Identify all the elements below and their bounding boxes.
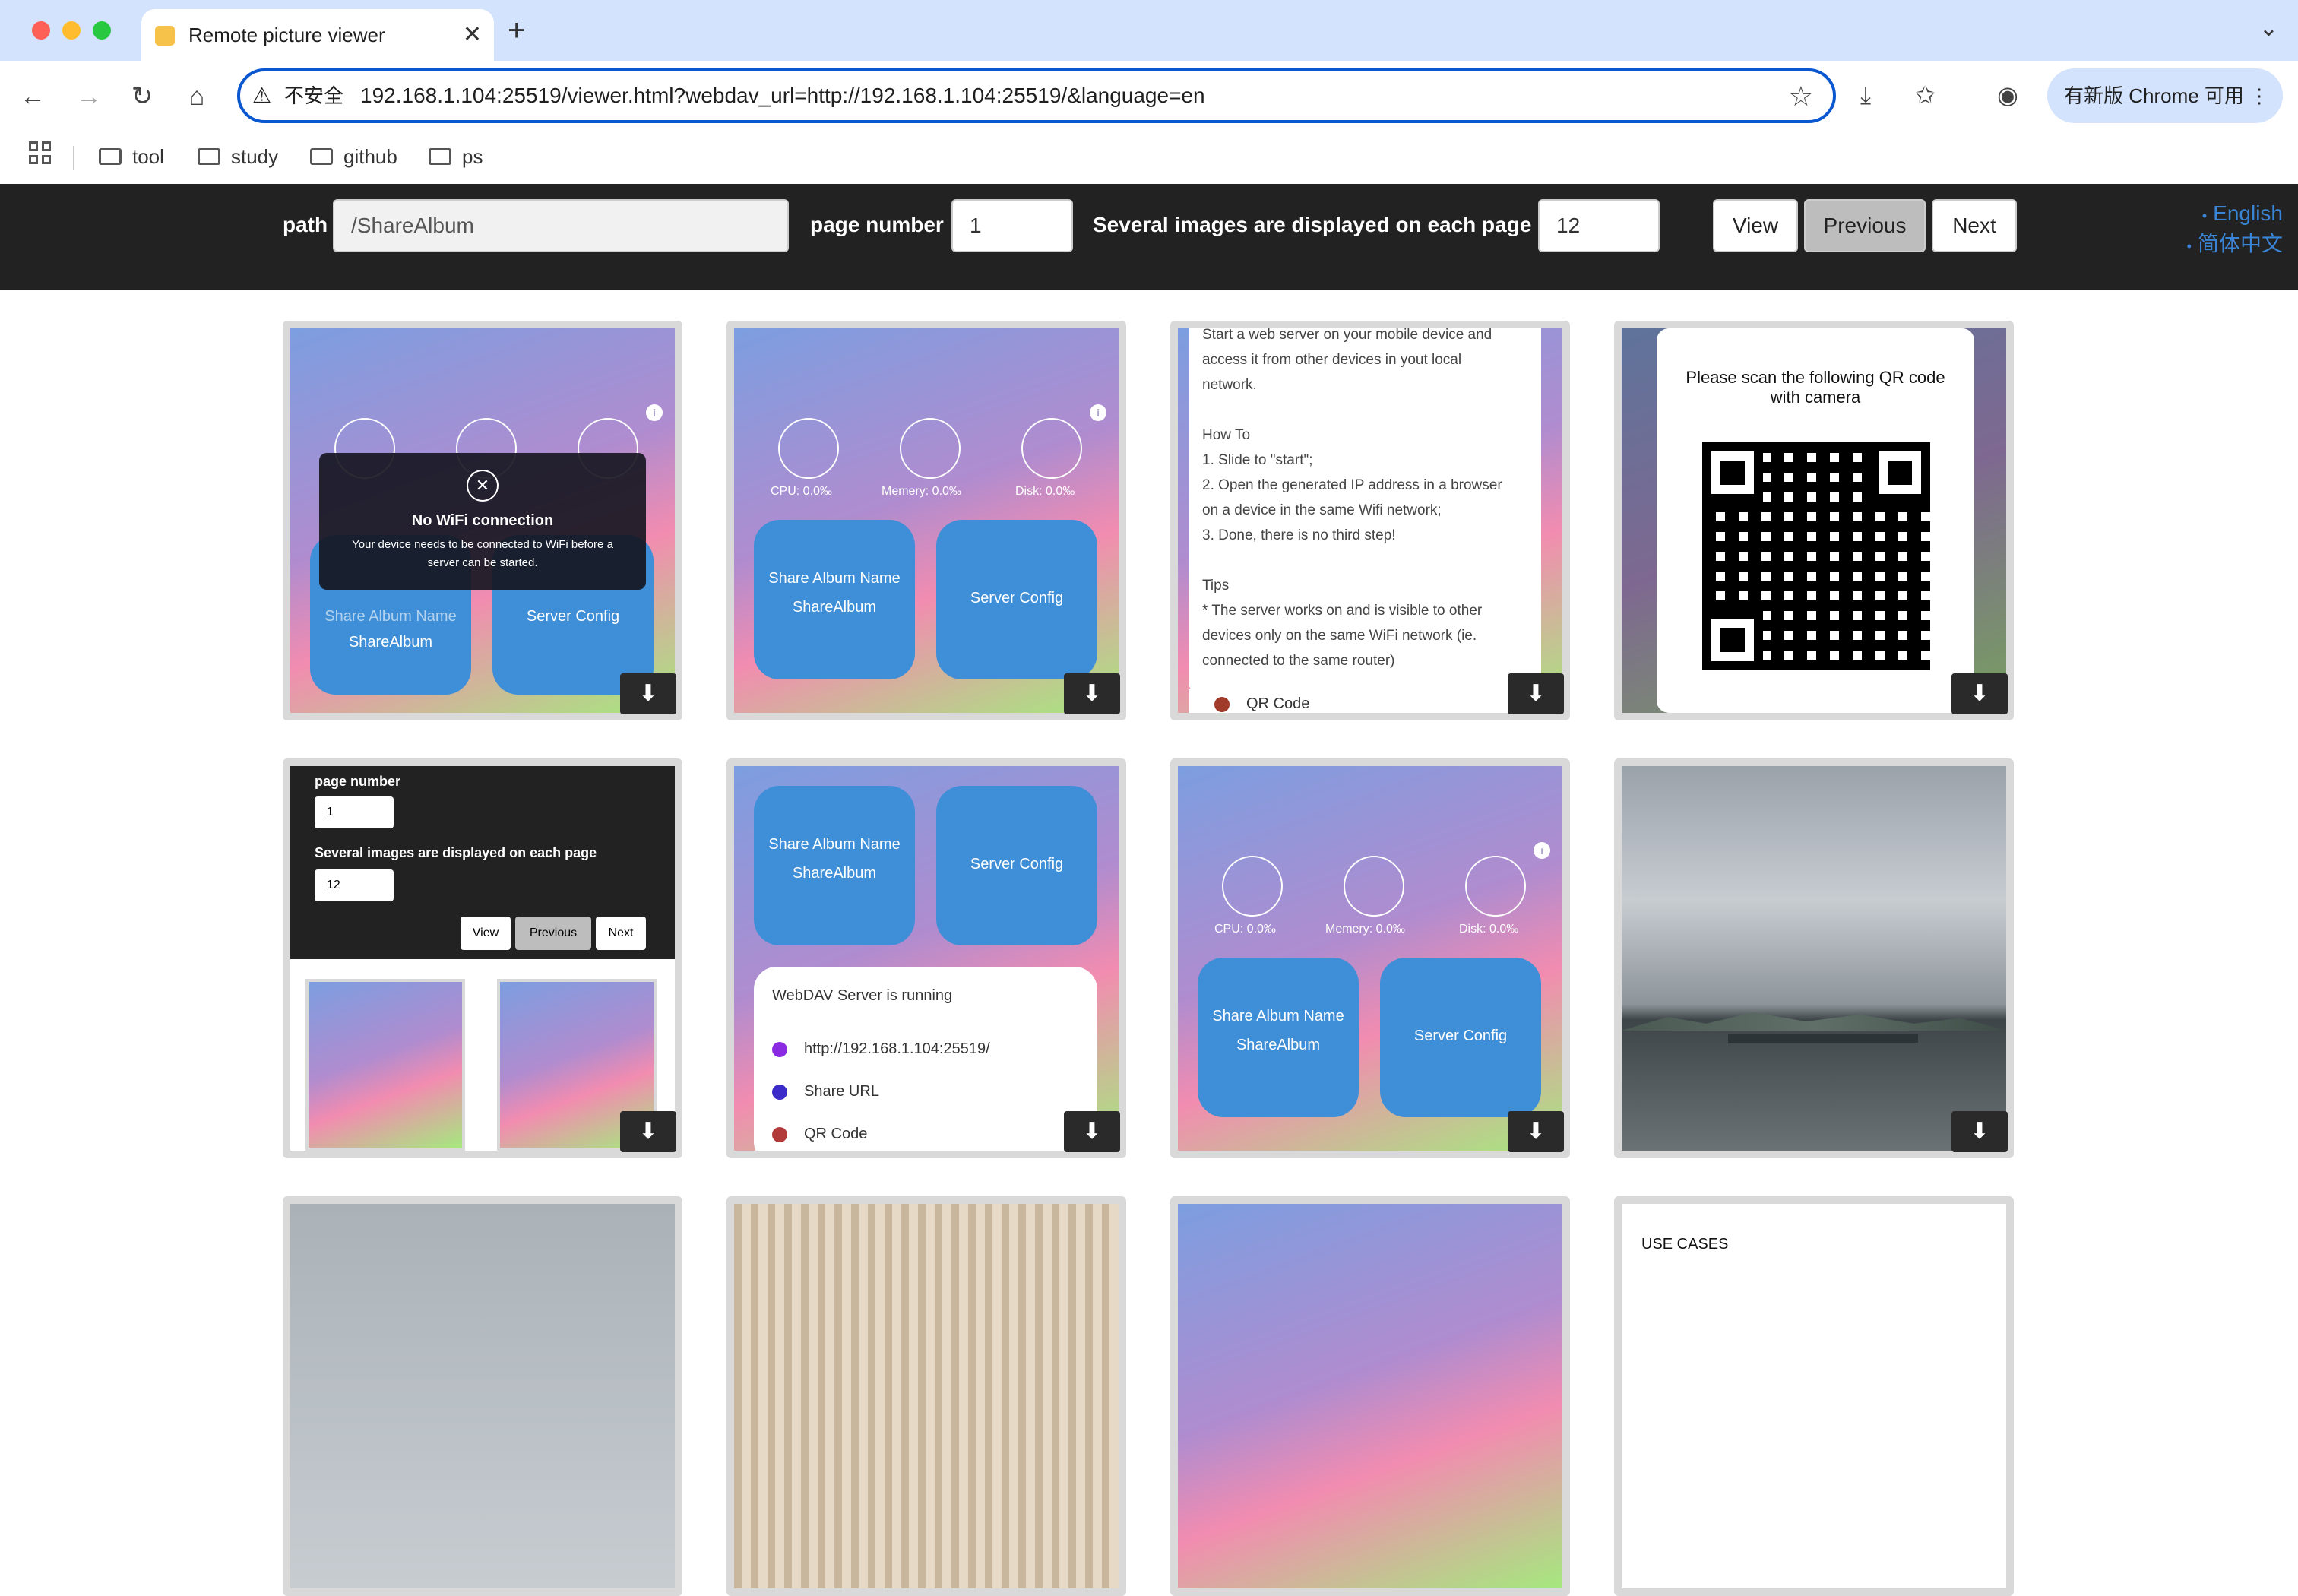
language-chinese-link[interactable]: 简体中文: [2187, 230, 2283, 261]
tab-strip: Remote picture viewer ✕ + ⌄: [0, 0, 2298, 61]
reload-icon[interactable]: ↻: [123, 78, 161, 116]
page-number-label: page number: [810, 213, 944, 236]
tab-search-chevron-icon[interactable]: ⌄: [2259, 15, 2278, 42]
thumbnail-image[interactable]: Share Album Name ShareAlbum Server Confi…: [734, 766, 1119, 1151]
maximize-window-button[interactable]: [93, 21, 111, 40]
folder-icon: [429, 148, 451, 165]
bookmark-ps[interactable]: ps: [429, 141, 483, 172]
thumbnail-card[interactable]: [726, 1196, 1126, 1596]
thumbnail-card[interactable]: CPU: 0.0‰ Memery: 0.0‰ Disk: 0.0‰ i Shar…: [726, 321, 1126, 720]
path-label: path: [283, 213, 328, 236]
page-number-input[interactable]: 1: [951, 199, 1073, 252]
next-button[interactable]: Next: [1932, 199, 2017, 252]
bookmarks-bar: tool study github ps: [0, 132, 2298, 184]
insecure-label: 不安全: [284, 84, 344, 107]
minimize-window-button[interactable]: [62, 21, 81, 40]
bookmark-tool[interactable]: tool: [99, 141, 164, 172]
thumbnail-card[interactable]: USE CASES: [1614, 1196, 2014, 1596]
thumbnail-image[interactable]: CPU: 0.0‰ Memery: 0.0‰ Disk: 0.0‰ i Shar…: [1178, 766, 1562, 1151]
profile-icon[interactable]: ◉: [1997, 76, 2018, 114]
thumbnail-card[interactable]: CPU: 0.0‰ Memery: 0.0‰ Disk: 0.0‰ i Shar…: [1170, 758, 1570, 1158]
language-english-link[interactable]: English: [2202, 199, 2283, 230]
no-wifi-dialog: ✕ No WiFi connection Your device needs t…: [319, 453, 646, 590]
folder-icon: [198, 148, 220, 165]
menu-kebab-icon[interactable]: ⋮: [2249, 68, 2269, 123]
info-icon: i: [646, 404, 663, 421]
thumbnail-image[interactable]: page number 1 Several images are display…: [290, 766, 675, 1151]
download-button[interactable]: ⬇: [1064, 1111, 1120, 1152]
thumbnail-card[interactable]: [283, 1196, 682, 1596]
thumbnail-card[interactable]: [1170, 1196, 1570, 1596]
thumbnail-image[interactable]: CPU: 0.0‰ Memery: 0.0‰ Disk: 0.0‰ i Shar…: [734, 328, 1119, 713]
address-bar[interactable]: ⚠ 不安全 192.168.1.104:25519/viewer.html?we…: [237, 68, 1836, 123]
info-icon: i: [1090, 404, 1106, 421]
update-label: 有新版 Chrome 可用: [2064, 84, 2244, 107]
url-text[interactable]: 192.168.1.104:25519/viewer.html?webdav_u…: [360, 82, 1205, 109]
folder-icon: [310, 148, 333, 165]
bookmarks-star-icon[interactable]: ✩: [1915, 76, 1936, 114]
navigation-row: ← → ↻ ⌂ ⚠ 不安全 192.168.1.104:25519/viewer…: [0, 61, 2298, 132]
download-button[interactable]: ⬇: [620, 673, 676, 714]
update-chrome-button[interactable]: 有新版 Chrome 可用 ⋮: [2047, 68, 2283, 123]
tab-title: Remote picture viewer: [188, 24, 385, 46]
home-icon[interactable]: ⌂: [178, 78, 216, 116]
browser-chrome: Remote picture viewer ✕ + ⌄ ← → ↻ ⌂ ⚠ 不安…: [0, 0, 2298, 184]
thumbnail-card[interactable]: ⬇: [1614, 758, 2014, 1158]
folder-icon: [99, 148, 122, 165]
download-button[interactable]: ⬇: [1508, 673, 1564, 714]
back-arrow-icon[interactable]: ←: [14, 78, 52, 116]
info-icon: i: [1534, 842, 1550, 859]
thumbnail-image[interactable]: Start a web server on your mobile device…: [1178, 328, 1562, 713]
tab-close-icon[interactable]: ✕: [463, 20, 482, 50]
per-page-label: Several images are displayed on each pag…: [1093, 213, 1532, 236]
thumbnail-card[interactable]: Please scan the following QR code with c…: [1614, 321, 2014, 720]
thumbnail-image[interactable]: [734, 1204, 1119, 1588]
thumbnail-image[interactable]: i Share Album Name ShareAlbum Server Con…: [290, 328, 675, 713]
per-page-input[interactable]: 12: [1538, 199, 1660, 252]
active-tab[interactable]: Remote picture viewer ✕: [141, 9, 494, 61]
thumbnail-card[interactable]: page number 1 Several images are display…: [283, 758, 682, 1158]
bookmark-study[interactable]: study: [198, 141, 278, 172]
previous-button[interactable]: Previous: [1804, 199, 1926, 252]
thumbnail-card[interactable]: Start a web server on your mobile device…: [1170, 321, 1570, 720]
thumbnail-image[interactable]: Please scan the following QR code with c…: [1622, 328, 2006, 713]
path-input[interactable]: /ShareAlbum: [333, 199, 789, 252]
download-button[interactable]: ⬇: [1951, 1111, 2008, 1152]
new-tab-button[interactable]: +: [508, 12, 525, 49]
download-button[interactable]: ⬇: [1064, 673, 1120, 714]
thumbnail-image[interactable]: [290, 1204, 675, 1588]
close-window-button[interactable]: [32, 21, 50, 40]
thumbnail-image[interactable]: USE CASES: [1622, 1204, 2006, 1588]
landscape-photo[interactable]: [1622, 766, 2006, 1151]
favicon-icon: [155, 26, 175, 46]
download-icon[interactable]: ⤓: [1860, 76, 1871, 114]
warning-icon: ⚠: [252, 84, 272, 107]
close-circle-icon[interactable]: ✕: [467, 470, 499, 502]
view-button[interactable]: View: [1713, 199, 1798, 252]
forward-arrow-icon[interactable]: →: [70, 78, 108, 116]
bookmark-star-icon[interactable]: ☆: [1789, 81, 1813, 112]
bookmark-github[interactable]: github: [310, 141, 397, 172]
download-button[interactable]: ⬇: [1508, 1111, 1564, 1152]
viewer-toolbar: path /ShareAlbum page number 1 Several i…: [0, 184, 2298, 290]
thumbnail-card[interactable]: Share Album Name ShareAlbum Server Confi…: [726, 758, 1126, 1158]
download-button[interactable]: ⬇: [620, 1111, 676, 1152]
thumbnail-card[interactable]: i Share Album Name ShareAlbum Server Con…: [283, 321, 682, 720]
thumbnail-image[interactable]: [1178, 1204, 1562, 1588]
download-button[interactable]: ⬇: [1951, 673, 2008, 714]
